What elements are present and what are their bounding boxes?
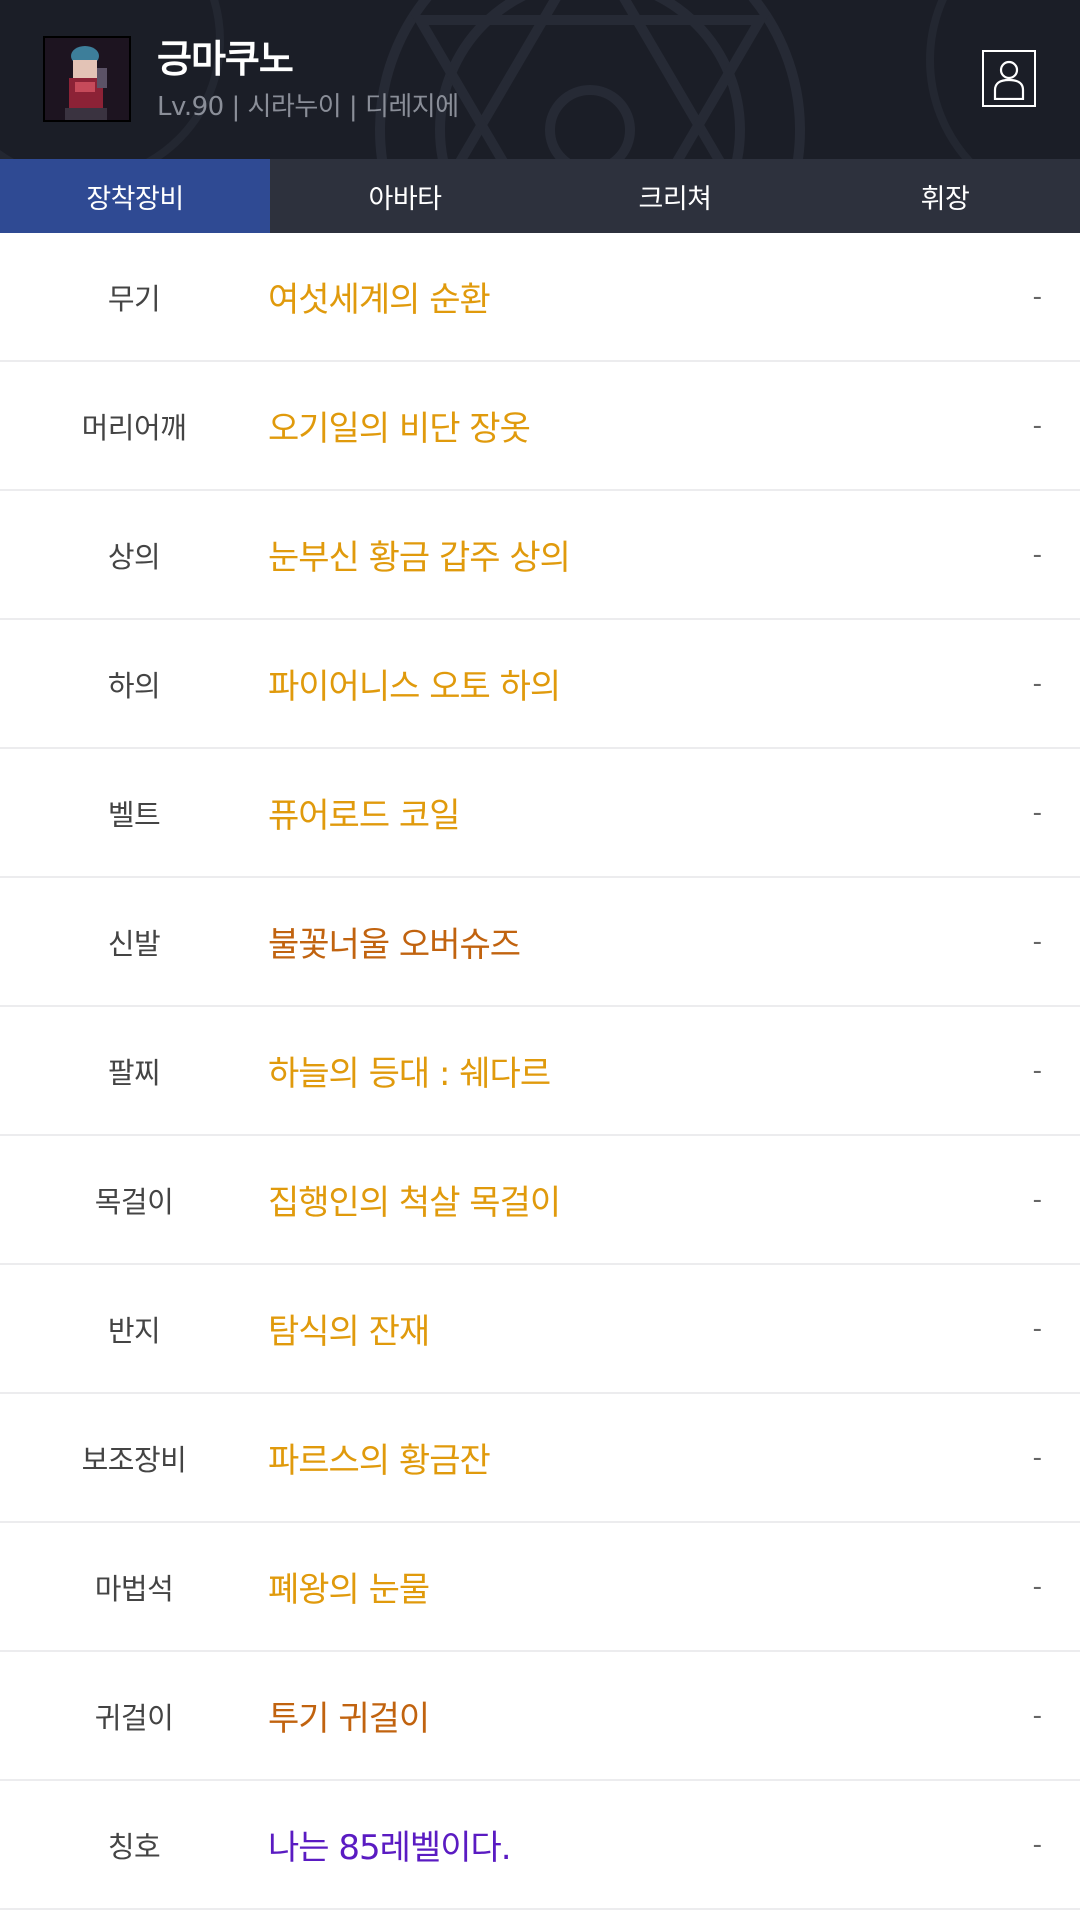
slot-label: 마법석 [94, 1571, 174, 1606]
item-name: 눈부신 황금 갑주 상의 [268, 538, 571, 578]
equipment-row[interactable]: 머리어깨 오기일의 비단 장옷 - [0, 362, 1080, 491]
slot-label: 팔찌 [107, 1055, 161, 1090]
item-value: - [1032, 1829, 1042, 1860]
equipment-row[interactable]: 마법석 폐왕의 눈물 - [0, 1523, 1080, 1652]
slot-label: 보조장비 [81, 1442, 187, 1477]
item-value: - [1032, 926, 1042, 957]
slot-label: 머리어깨 [81, 410, 187, 445]
character-header: 긍마쿠노 Lv.90 | 시라누이 | 디레지에 [0, 0, 1080, 159]
slot-label: 벨트 [107, 797, 161, 832]
item-name: 파르스의 황금잔 [268, 1441, 491, 1481]
slot-label: 상의 [107, 539, 161, 574]
equipment-row[interactable]: 하의 파이어니스 오토 하의 - [0, 620, 1080, 749]
item-value: - [1032, 1184, 1042, 1215]
tab-creature[interactable]: 크리쳐 [540, 159, 810, 233]
item-value: - [1032, 668, 1042, 699]
equipment-row[interactable]: 목걸이 집행인의 척살 목걸이 - [0, 1136, 1080, 1265]
item-value: - [1032, 281, 1042, 312]
tab-bar: 장착장비 아바타 크리쳐 휘장 [0, 159, 1080, 233]
item-value: - [1032, 1571, 1042, 1602]
item-value: - [1032, 1442, 1042, 1473]
tab-equipment[interactable]: 장착장비 [0, 159, 270, 233]
item-name: 하늘의 등대 : 쉐다르 [268, 1054, 551, 1094]
item-value: - [1032, 797, 1042, 828]
tab-avatar[interactable]: 아바타 [270, 159, 540, 233]
person-icon [993, 60, 1025, 100]
slot-label: 신발 [107, 926, 161, 961]
equipment-row[interactable]: 벨트 퓨어로드 코일 - [0, 749, 1080, 878]
slot-label: 목걸이 [94, 1184, 174, 1219]
equipment-row[interactable]: 귀걸이 투기 귀걸이 - [0, 1652, 1080, 1781]
slot-label: 무기 [107, 281, 161, 316]
item-name: 폐왕의 눈물 [268, 1570, 430, 1610]
equipment-row[interactable]: 신발 불꽃너울 오버슈즈 - [0, 878, 1080, 1007]
item-value: - [1032, 539, 1042, 570]
slot-label: 반지 [107, 1313, 161, 1348]
equipment-row[interactable]: 반지 탐식의 잔재 - [0, 1265, 1080, 1394]
equipment-row[interactable]: 칭호 나는 85레벨이다. - [0, 1781, 1080, 1910]
item-name: 퓨어로드 코일 [268, 796, 461, 836]
item-value: - [1032, 1313, 1042, 1344]
character-info: Lv.90 | 시라누이 | 디레지에 [157, 92, 459, 122]
equipment-row[interactable]: 보조장비 파르스의 황금잔 - [0, 1394, 1080, 1523]
slot-label: 칭호 [107, 1829, 161, 1864]
equipment-row[interactable]: 상의 눈부신 황금 갑주 상의 - [0, 491, 1080, 620]
item-value: - [1032, 410, 1042, 441]
item-name: 투기 귀걸이 [268, 1699, 430, 1739]
slot-label: 하의 [107, 668, 161, 703]
item-value: - [1032, 1700, 1042, 1731]
item-name: 여섯세계의 순환 [268, 280, 491, 320]
item-value: - [1032, 1055, 1042, 1086]
equipment-row[interactable]: 무기 여섯세계의 순환 - [0, 233, 1080, 362]
item-name: 파이어니스 오토 하의 [268, 667, 561, 707]
item-name: 집행인의 척살 목걸이 [268, 1183, 561, 1223]
tab-insignia[interactable]: 휘장 [810, 159, 1080, 233]
equipment-list: 무기 여섯세계의 순환 - 머리어깨 오기일의 비단 장옷 - 상의 눈부신 황… [0, 233, 1080, 1910]
profile-button[interactable] [982, 50, 1036, 107]
item-name: 오기일의 비단 장옷 [268, 409, 531, 449]
character-name: 긍마쿠노 [157, 37, 294, 81]
item-name: 나는 85레벨이다. [268, 1828, 512, 1868]
item-name: 탐식의 잔재 [268, 1312, 430, 1352]
slot-label: 귀걸이 [94, 1700, 174, 1735]
character-avatar[interactable] [43, 36, 131, 122]
equipment-row[interactable]: 팔찌 하늘의 등대 : 쉐다르 - [0, 1007, 1080, 1136]
item-name: 불꽃너울 오버슈즈 [268, 925, 521, 965]
